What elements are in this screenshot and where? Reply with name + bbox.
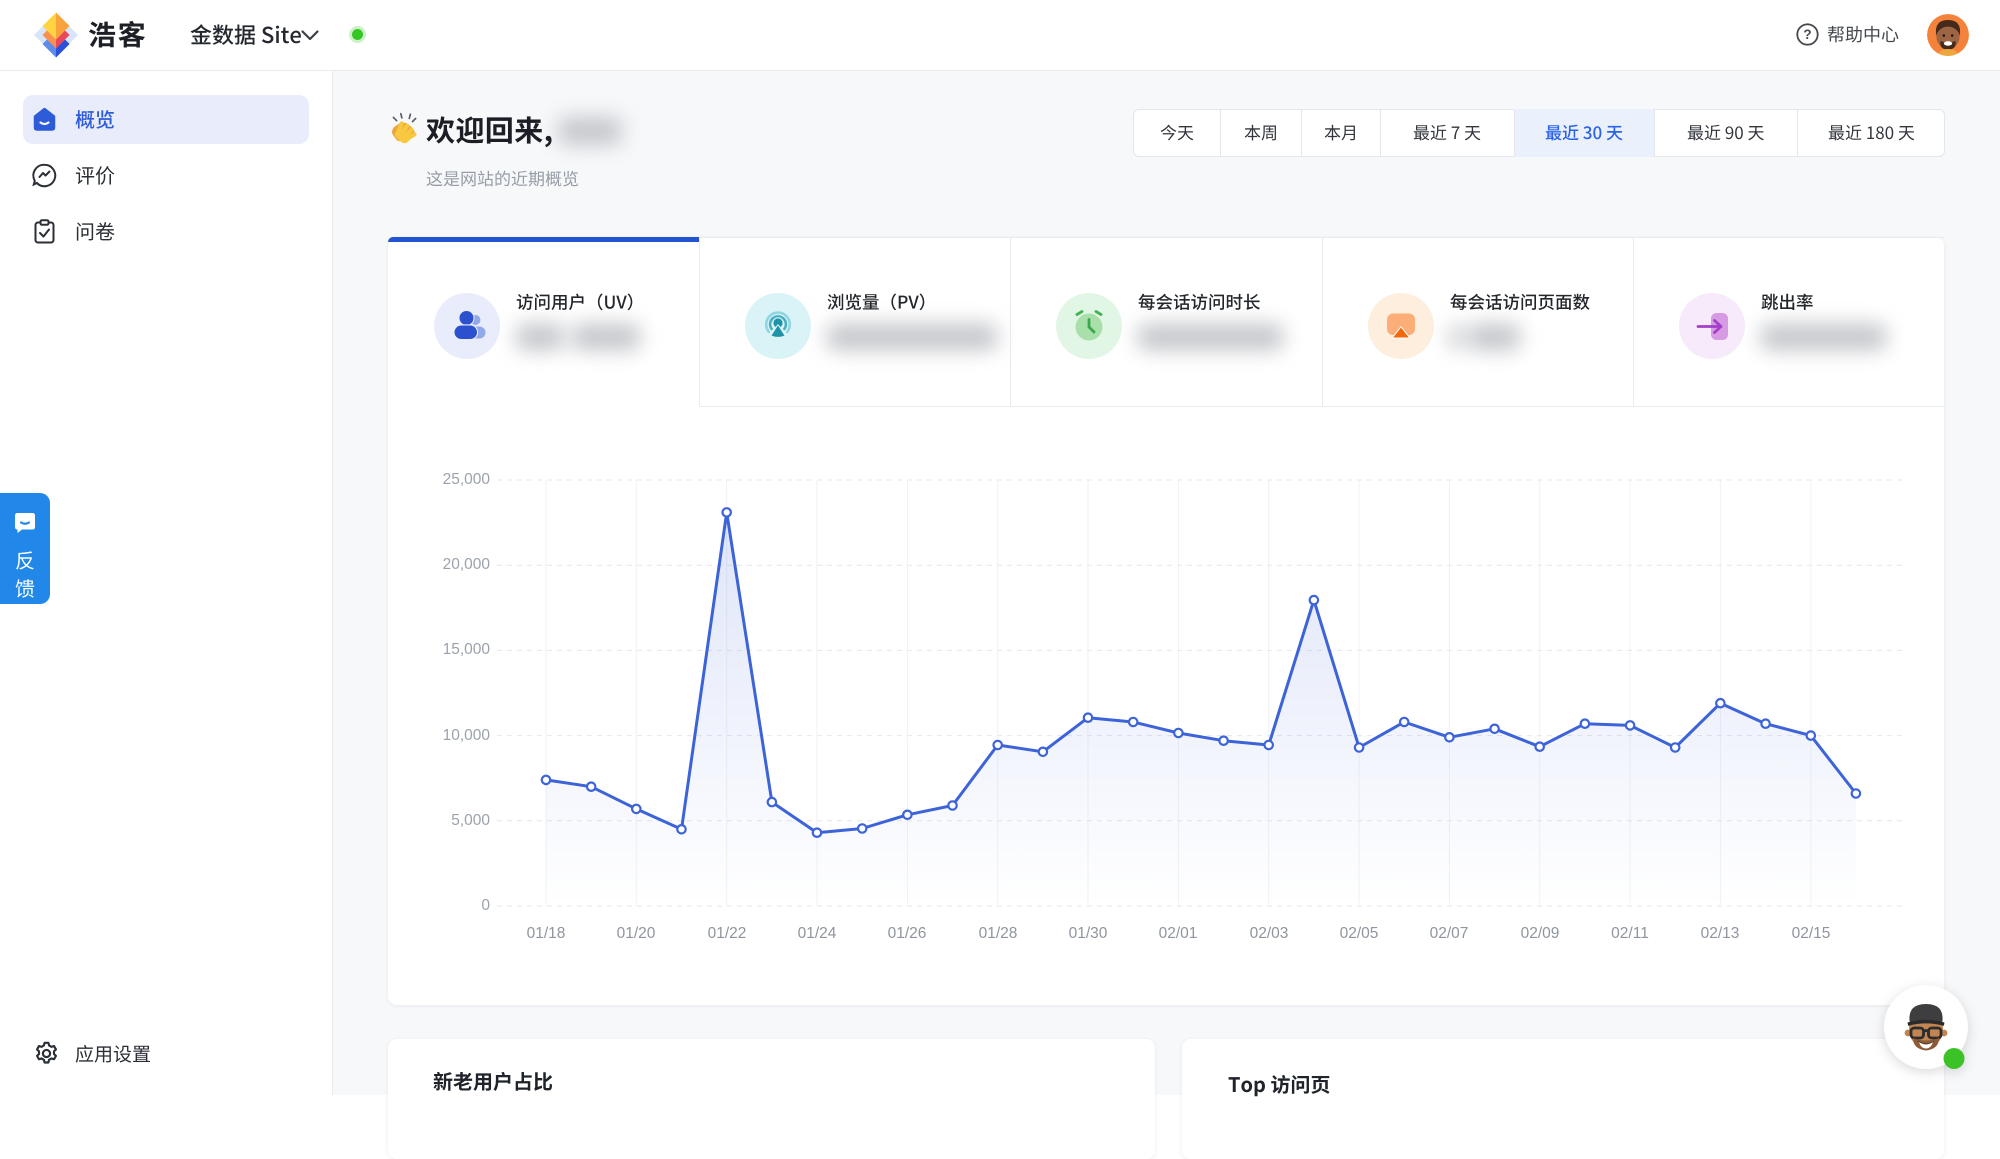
svg-text:?: ? [1803, 27, 1811, 42]
